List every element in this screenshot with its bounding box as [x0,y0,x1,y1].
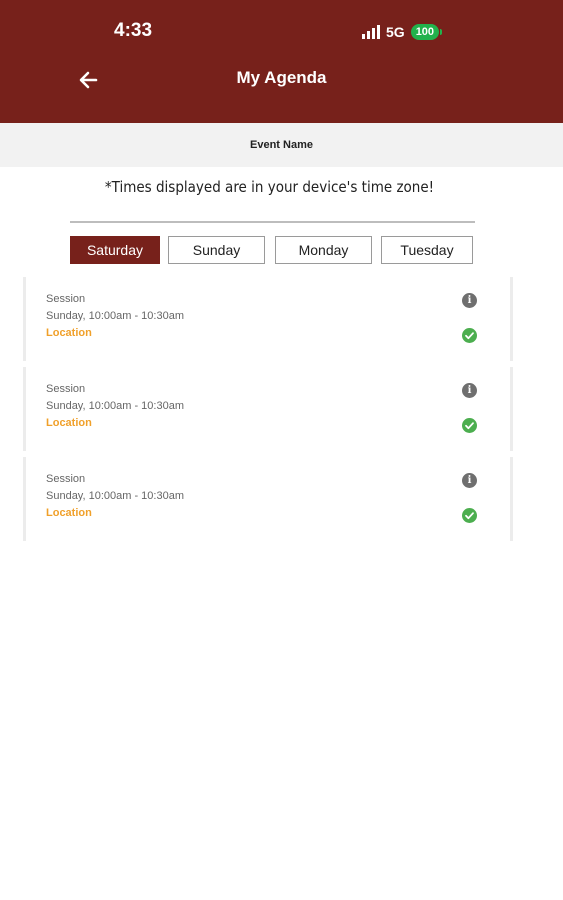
info-icon[interactable]: i [462,293,477,308]
check-icon[interactable] [462,418,477,433]
session-card[interactable]: Session Sunday, 10:00am - 10:30am Locati… [23,277,513,361]
session-title: Session [46,473,86,485]
tab-saturday[interactable]: Saturday [70,236,160,264]
tab-sunday[interactable]: Sunday [168,236,265,264]
session-location: Location [46,507,92,519]
tab-monday[interactable]: Monday [275,236,372,264]
status-time: 4:33 [114,20,153,41]
battery-icon: 100 [410,24,443,40]
day-tabs: Saturday Sunday Monday Tuesday [0,236,563,266]
status-icons: 5G 100 [362,22,443,42]
timezone-note: *Times displayed are in your device's ti… [104,178,435,196]
session-time: Sunday, 10:00am - 10:30am [46,490,184,502]
session-card[interactable]: Session Sunday, 10:00am - 10:30am Locati… [23,367,513,451]
session-title: Session [46,383,86,395]
signal-icon [362,25,380,39]
check-icon[interactable] [462,328,477,343]
info-icon[interactable]: i [462,473,477,488]
info-icon[interactable]: i [462,383,477,398]
event-name: Event Name [250,139,313,151]
app-header: 4:33 5G 100 My Agenda [0,0,563,123]
page-title: My Agenda [236,68,327,87]
network-type: 5G [386,24,405,40]
session-card[interactable]: Session Sunday, 10:00am - 10:30am Locati… [23,457,513,541]
session-time: Sunday, 10:00am - 10:30am [46,310,184,322]
divider [70,221,475,223]
tab-tuesday[interactable]: Tuesday [381,236,473,264]
event-bar: Event Name [0,123,563,167]
session-location: Location [46,417,92,429]
session-title: Session [46,293,86,305]
check-icon[interactable] [462,508,477,523]
session-location: Location [46,327,92,339]
session-time: Sunday, 10:00am - 10:30am [46,400,184,412]
